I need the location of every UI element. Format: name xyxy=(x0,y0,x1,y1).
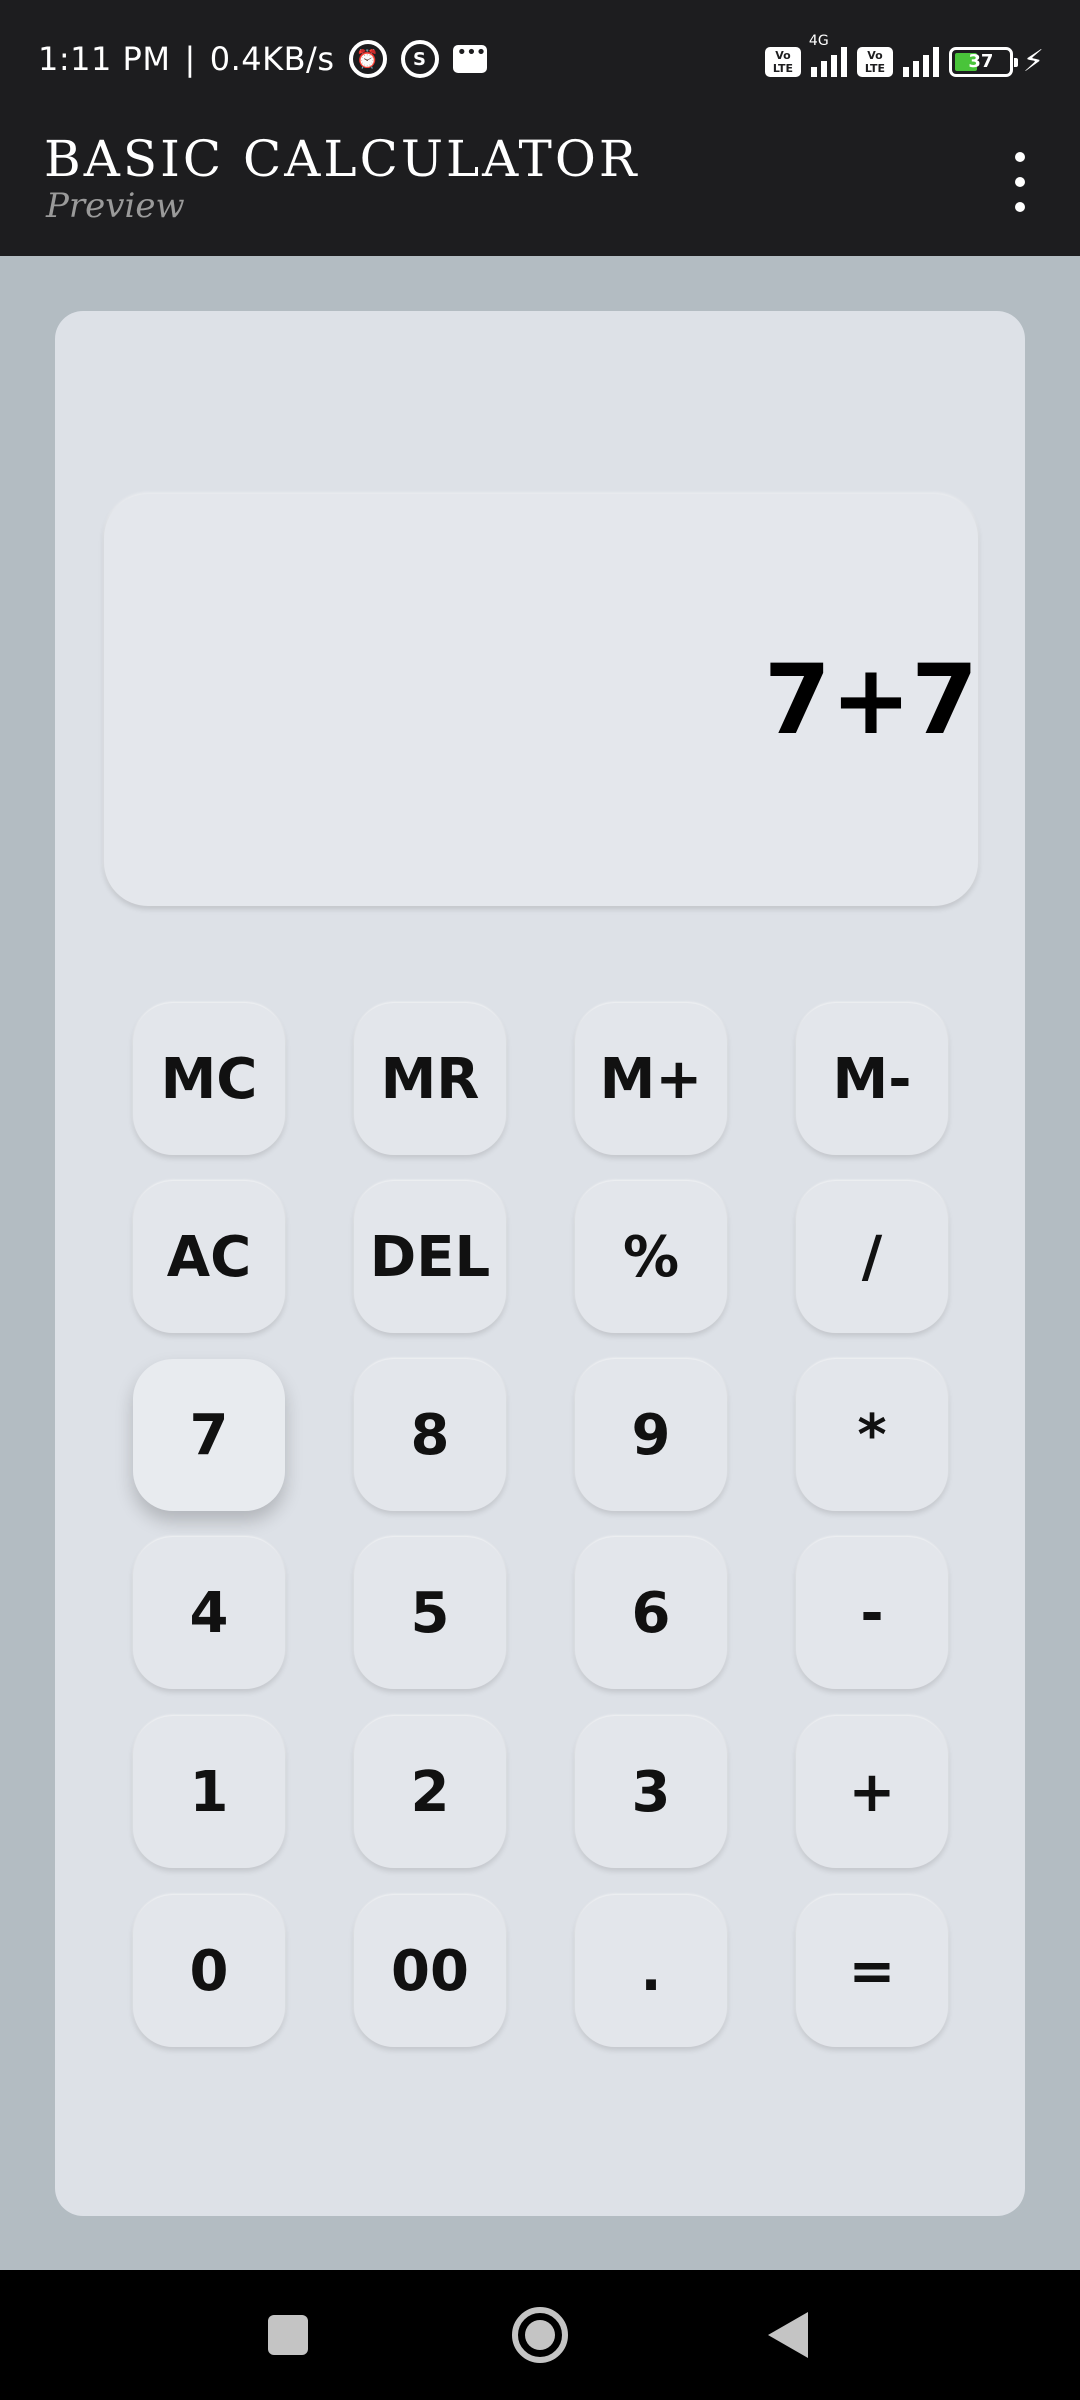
volte-icon-2: Vo LTE xyxy=(856,46,893,77)
key-7[interactable]: 7 xyxy=(133,1359,285,1511)
navigation-bar xyxy=(0,2270,1080,2400)
key-5[interactable]: 5 xyxy=(354,1537,506,1689)
signal-icon: 4G xyxy=(809,33,847,77)
status-right: Vo LTE 4G Vo LTE 37 ⚡ xyxy=(764,33,1044,79)
key-1[interactable]: 1 xyxy=(133,1716,285,1868)
key-4[interactable]: 4 xyxy=(133,1537,285,1689)
key-multiply[interactable]: * xyxy=(796,1359,948,1511)
calculator-display: 7+7 xyxy=(104,494,978,906)
key-9[interactable]: 9 xyxy=(575,1359,727,1511)
app-bar: BASIC CALCULATOR Preview xyxy=(0,130,1080,256)
recents-icon[interactable] xyxy=(268,2315,308,2355)
signal-icon-2 xyxy=(902,46,939,77)
battery-icon: 37 xyxy=(948,46,1018,77)
key-del[interactable]: DEL xyxy=(354,1181,506,1333)
back-icon[interactable] xyxy=(768,2312,808,2358)
key-0[interactable]: 0 xyxy=(133,1895,285,2047)
key-add[interactable]: + xyxy=(796,1716,948,1868)
key-percent[interactable]: % xyxy=(575,1181,727,1333)
app-title: BASIC CALCULATOR xyxy=(44,130,640,188)
status-time: 1:11 PM xyxy=(38,40,171,78)
key-mc[interactable]: MC xyxy=(133,1003,285,1155)
key-00[interactable]: 00 xyxy=(354,1895,506,2047)
volte-icon: Vo LTE xyxy=(764,46,801,77)
key-8[interactable]: 8 xyxy=(354,1359,506,1511)
key-3[interactable]: 3 xyxy=(575,1716,727,1868)
network-type: 4G xyxy=(808,32,829,49)
status-divider: | xyxy=(184,40,196,78)
battery-level: 37 xyxy=(968,51,994,72)
key-divide[interactable]: / xyxy=(796,1181,948,1333)
home-icon[interactable] xyxy=(512,2307,568,2363)
key-decimal[interactable]: . xyxy=(575,1895,727,2047)
key-m-minus[interactable]: M- xyxy=(796,1003,948,1155)
key-ac[interactable]: AC xyxy=(133,1181,285,1333)
alarm-icon: ⏰ xyxy=(348,40,387,78)
status-left: 1:11 PM | 0.4KB/s ⏰ S xyxy=(38,40,487,78)
message-icon xyxy=(452,42,487,73)
app-subtitle: Preview xyxy=(46,186,185,226)
status-net-speed: 0.4KB/s xyxy=(209,40,335,78)
key-equals[interactable]: = xyxy=(796,1895,948,2047)
key-m-plus[interactable]: M+ xyxy=(575,1003,727,1155)
expression-text: 7+7 xyxy=(763,644,978,756)
key-mr[interactable]: MR xyxy=(354,1003,506,1155)
key-subtract[interactable]: - xyxy=(796,1537,948,1689)
key-6[interactable]: 6 xyxy=(575,1537,727,1689)
status-bar: 1:11 PM | 0.4KB/s ⏰ S Vo LTE 4G Vo LTE 3… xyxy=(0,0,1080,130)
s-app-icon: S xyxy=(400,40,439,78)
key-2[interactable]: 2 xyxy=(354,1716,506,1868)
charging-icon: ⚡ xyxy=(1022,44,1044,79)
more-vert-icon[interactable] xyxy=(1010,152,1030,212)
